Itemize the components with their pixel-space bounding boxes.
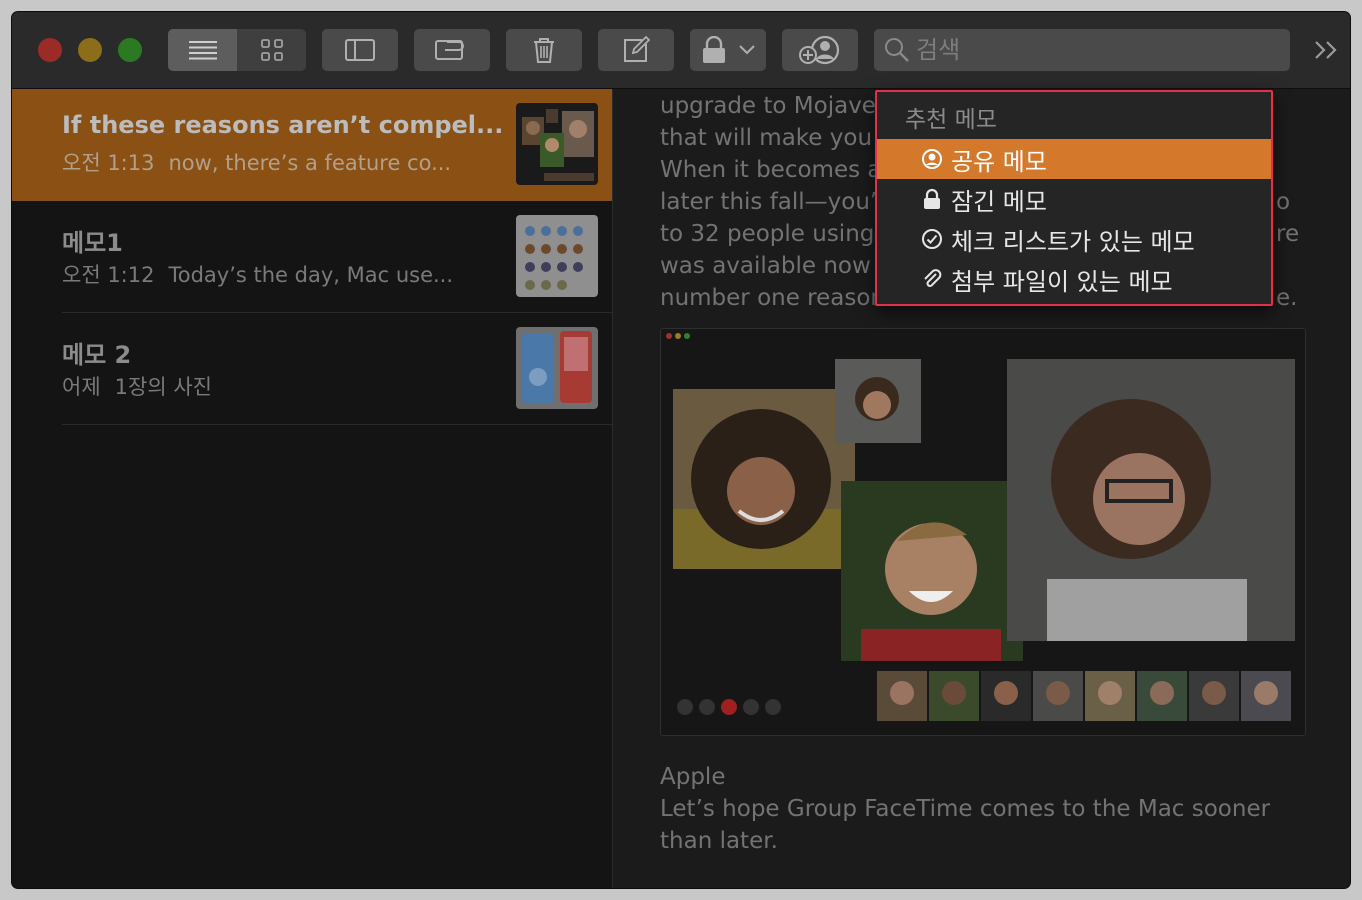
double-chevron-right-icon [1315,41,1337,59]
checkmark-circle-icon [922,229,942,249]
delete-button[interactable] [506,29,582,71]
note-item-selected[interactable]: If these reasons aren’t compel... 오전 1:1… [12,89,612,201]
add-people-icon [799,35,840,65]
body-line: that will make you [660,125,873,151]
note-title: If these reasons aren’t compel... [62,111,504,139]
note-preview: 1장의 사진 [114,375,212,399]
menu-item-label: 첨부 파일이 있는 메모 [951,267,1173,296]
toolbar [12,12,1350,89]
sidebar-icon [345,39,375,61]
view-mode-control [168,29,306,71]
note-subtitle: 어제 1장의 사진 [62,371,212,401]
image-caption: Apple [660,764,726,790]
body-line: Let’s hope Group FaceTime comes to the M… [660,796,1271,822]
compose-button[interactable] [598,29,674,71]
zoom-button[interactable] [118,38,142,62]
note-thumbnail-ipods [516,327,598,409]
note-time: 오전 1:12 [62,263,155,287]
attachments-icon [435,40,464,60]
paperclip-icon [924,269,942,287]
body-line-fragment: re [1276,221,1300,247]
toolbar-overflow-button[interactable] [1312,37,1342,63]
body-line: number one reason [660,285,886,311]
body-line: When it becomes a [660,157,882,183]
body-line-fragment: e. [1276,285,1298,311]
lock-icon [703,36,725,63]
compose-icon [624,36,650,62]
note-time: 오전 1:13 [62,151,155,175]
note-subtitle: 오전 1:13 now, there’s a feature co... [62,147,451,177]
lock-button[interactable] [690,29,766,71]
person-circle-icon [922,149,942,169]
note-preview: Today’s the day, Mac use... [168,263,454,287]
note-thumbnail-icons [516,215,598,297]
body-line: than later. [660,828,778,854]
menu-item-locked-notes[interactable]: 잠긴 메모 [877,179,1271,219]
menu-item-label: 잠긴 메모 [951,187,1047,216]
note-item[interactable]: 메모 2 어제 1장의 사진 [12,313,612,425]
search-field[interactable] [874,29,1290,71]
body-line: was available now [660,253,871,279]
search-input[interactable] [914,35,1258,65]
note-separator [62,424,612,425]
list-icon [188,41,217,60]
menu-item-attachment-notes[interactable]: 첨부 파일이 있는 메모 [877,259,1271,299]
note-item[interactable]: 메모1 오전 1:12 Today’s the day, Mac use... [12,201,612,313]
note-preview: now, there’s a feature co... [168,151,452,175]
lock-icon [924,188,940,209]
note-time: 어제 [62,375,101,399]
list-view-button[interactable] [168,29,237,71]
chevron-down-icon [739,45,755,55]
note-title: 메모 2 [62,341,132,369]
close-button[interactable] [38,38,62,62]
menu-header: 추천 메모 [905,107,997,133]
body-line-fragment: o [1276,189,1291,215]
attachments-button[interactable] [414,29,490,71]
trash-icon [534,38,554,63]
sidebar-toggle-button[interactable] [322,29,398,71]
grid-icon [260,39,283,61]
menu-item-checklist-notes[interactable]: 체크 리스트가 있는 메모 [877,219,1271,259]
menu-item-shared-notes[interactable]: 공유 메모 [877,139,1271,179]
body-line: to 32 people using [660,221,875,247]
search-suggestions-menu: 추천 메모 공유 메모 잠긴 메모 체크 리스트가 있는 메모 첨부 파일이 있… [875,90,1273,306]
gallery-view-button[interactable] [237,29,306,71]
minimize-button[interactable] [78,38,102,62]
menu-item-label: 공유 메모 [951,147,1047,176]
note-subtitle: 오전 1:12 Today’s the day, Mac use... [62,259,453,289]
menu-item-label: 체크 리스트가 있는 메모 [951,227,1195,256]
body-line: later this fall—you’ [660,189,878,215]
note-title: 메모1 [62,229,123,257]
note-thumbnail-facetime [516,103,598,185]
add-people-button[interactable] [782,29,858,71]
facetime-image[interactable] [660,328,1306,736]
search-icon [885,38,909,62]
body-line: upgrade to Mojave [660,93,876,119]
notes-list: If these reasons aren’t compel... 오전 1:1… [12,89,613,888]
